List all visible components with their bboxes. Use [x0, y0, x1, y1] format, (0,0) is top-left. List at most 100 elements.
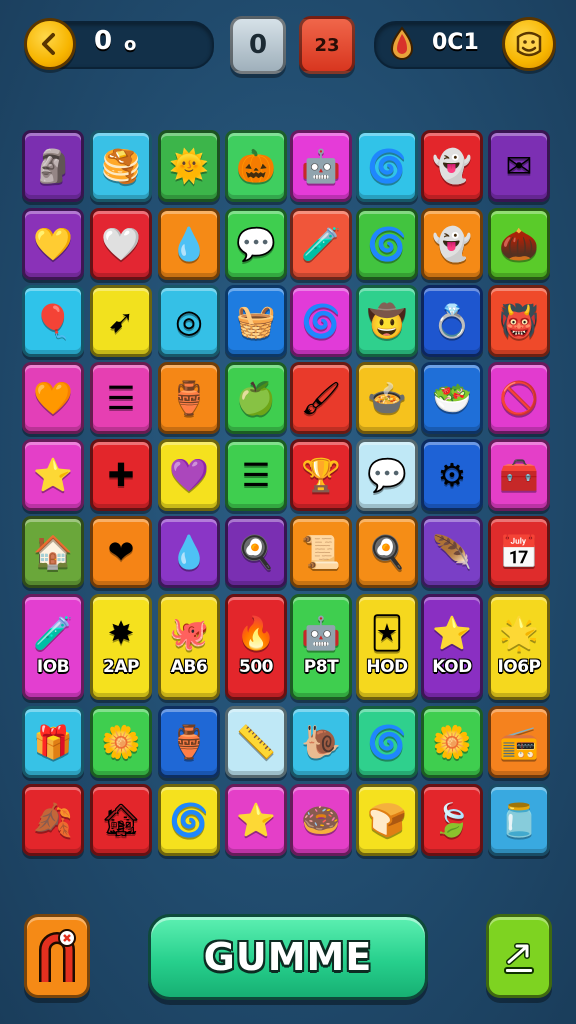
share-button[interactable]	[486, 914, 552, 998]
game-tile[interactable]: 💧	[158, 208, 220, 280]
game-tile[interactable]: 🏠	[22, 516, 84, 588]
game-tile[interactable]: 💧	[158, 516, 220, 588]
game-tile[interactable]: 🥞	[90, 130, 152, 202]
game-tile[interactable]: 🧺	[225, 285, 287, 357]
game-tile[interactable]: 🚫	[488, 362, 550, 434]
game-tile[interactable]: 🗿	[22, 130, 84, 202]
game-tile[interactable]: ⭐	[225, 784, 287, 856]
center-counter-button[interactable]: 0	[230, 16, 286, 74]
tile-label: IOB	[36, 657, 70, 677]
profile-button[interactable]	[502, 17, 556, 71]
game-tile[interactable]: 💍	[421, 285, 483, 357]
game-tile[interactable]: 🤖	[290, 130, 352, 202]
game-tile[interactable]: 👹	[488, 285, 550, 357]
game-tile[interactable]: 🌼	[90, 706, 152, 778]
house-grid-icon: 🏚	[100, 801, 142, 839]
game-tile[interactable]: 📅	[488, 516, 550, 588]
game-tile[interactable]: 🤍	[90, 208, 152, 280]
level-button[interactable]: 23	[299, 16, 355, 74]
game-tile[interactable]: 🐙 AB6	[158, 594, 220, 700]
game-tile[interactable]: 🌀	[356, 130, 418, 202]
house-star-icon: 🏠	[33, 533, 73, 571]
game-tile[interactable]: 🍳	[225, 516, 287, 588]
game-tile[interactable]: ➹	[90, 285, 152, 357]
chevron-left-icon	[42, 33, 55, 55]
flower-icon: 🌼	[101, 723, 141, 761]
game-tile[interactable]: 💛	[22, 208, 84, 280]
leaf-icon: 🍃	[432, 801, 472, 839]
game-tile[interactable]: 🪶	[421, 516, 483, 588]
game-tile[interactable]: 🍲	[356, 362, 418, 434]
game-tile[interactable]: 🌰	[488, 208, 550, 280]
jar-icon: 🏺	[169, 379, 209, 417]
game-tile[interactable]: 👻	[421, 208, 483, 280]
flame-drop-icon	[390, 26, 414, 60]
game-tile[interactable]: 🏚	[90, 784, 152, 856]
game-tile[interactable]: 🌞	[158, 130, 220, 202]
tile-label: 500	[239, 657, 274, 677]
game-tile[interactable]: 📻	[488, 706, 550, 778]
game-tile[interactable]: 🌀	[158, 784, 220, 856]
game-tile[interactable]: 🌼	[421, 706, 483, 778]
chat-bubble-icon: 💬	[367, 456, 407, 494]
heart-icon: 💛	[33, 225, 73, 263]
game-tile[interactable]: 🏆	[290, 439, 352, 511]
game-tile[interactable]: 🥗	[421, 362, 483, 434]
game-tile[interactable]: 🧡	[22, 362, 84, 434]
game-tile[interactable]: 🤠	[356, 285, 418, 357]
game-tile[interactable]: 🤖 P8T	[290, 594, 352, 700]
game-tile[interactable]: 💬	[356, 439, 418, 511]
game-tile[interactable]: 🃏 HOD	[356, 594, 418, 700]
game-tile[interactable]: 🏺	[158, 706, 220, 778]
game-tile[interactable]: 🍂	[22, 784, 84, 856]
main-action-button[interactable]: GUMME	[148, 914, 428, 1000]
game-tile[interactable]: ☰	[225, 439, 287, 511]
game-tile[interactable]: 💬	[225, 208, 287, 280]
game-tile[interactable]: ⭐	[22, 439, 84, 511]
game-tile[interactable]: 🌟 IO6P	[488, 594, 550, 700]
game-tile[interactable]: ⚙	[421, 439, 483, 511]
game-tile[interactable]: 🍳	[356, 516, 418, 588]
level-value: 23	[314, 34, 340, 56]
game-tile[interactable]: 📏	[225, 706, 287, 778]
game-tile[interactable]: 🎃	[225, 130, 287, 202]
game-tile[interactable]: 🍃	[421, 784, 483, 856]
game-tile[interactable]: 🍩	[290, 784, 352, 856]
star-icon: ⭐	[33, 456, 73, 494]
game-tile[interactable]: 🐌	[290, 706, 352, 778]
game-tile[interactable]: 👻	[421, 130, 483, 202]
game-tile[interactable]: ⭐ KOD	[421, 594, 483, 700]
game-tile[interactable]: ❤	[90, 516, 152, 588]
game-tile[interactable]: 🌀	[356, 706, 418, 778]
game-tile[interactable]: 🏺	[158, 362, 220, 434]
egg-icon: 🍳	[367, 533, 407, 571]
game-tile[interactable]: 🧪	[290, 208, 352, 280]
game-tile[interactable]: 🫙	[488, 784, 550, 856]
game-tile[interactable]: ☰	[90, 362, 152, 434]
game-tile[interactable]: 🧪 IOB	[22, 594, 84, 700]
bars-icon: ☰	[106, 379, 136, 417]
stone-face-icon: 🗿	[33, 147, 73, 185]
game-tile[interactable]: ✚	[90, 439, 152, 511]
game-tile[interactable]: 🍞	[356, 784, 418, 856]
game-tile[interactable]: 🌀	[290, 285, 352, 357]
leaf-icon: 🍂	[33, 801, 73, 839]
game-tile[interactable]: 🧰	[488, 439, 550, 511]
brush-icon: 🖌	[300, 379, 342, 417]
game-tile[interactable]: 🌀	[356, 208, 418, 280]
game-tile[interactable]: 📜	[290, 516, 352, 588]
game-tile[interactable]: 🔥 500	[225, 594, 287, 700]
game-tile[interactable]: 🎁	[22, 706, 84, 778]
game-tile[interactable]: 🖌	[290, 362, 352, 434]
ghost-face-icon: 👻	[432, 225, 472, 263]
game-tile[interactable]: 🎈	[22, 285, 84, 357]
back-button[interactable]	[24, 18, 76, 70]
flame-icon: 🔥	[236, 614, 276, 652]
game-tile[interactable]: 🍏	[225, 362, 287, 434]
game-tile[interactable]: ✉	[488, 130, 550, 202]
game-tile[interactable]: ✸ 2AP	[90, 594, 152, 700]
magnet-button[interactable]	[24, 914, 90, 998]
game-tile[interactable]: 💜	[158, 439, 220, 511]
game-tile[interactable]: ◎	[158, 285, 220, 357]
starburst-icon: ✸	[107, 614, 135, 652]
